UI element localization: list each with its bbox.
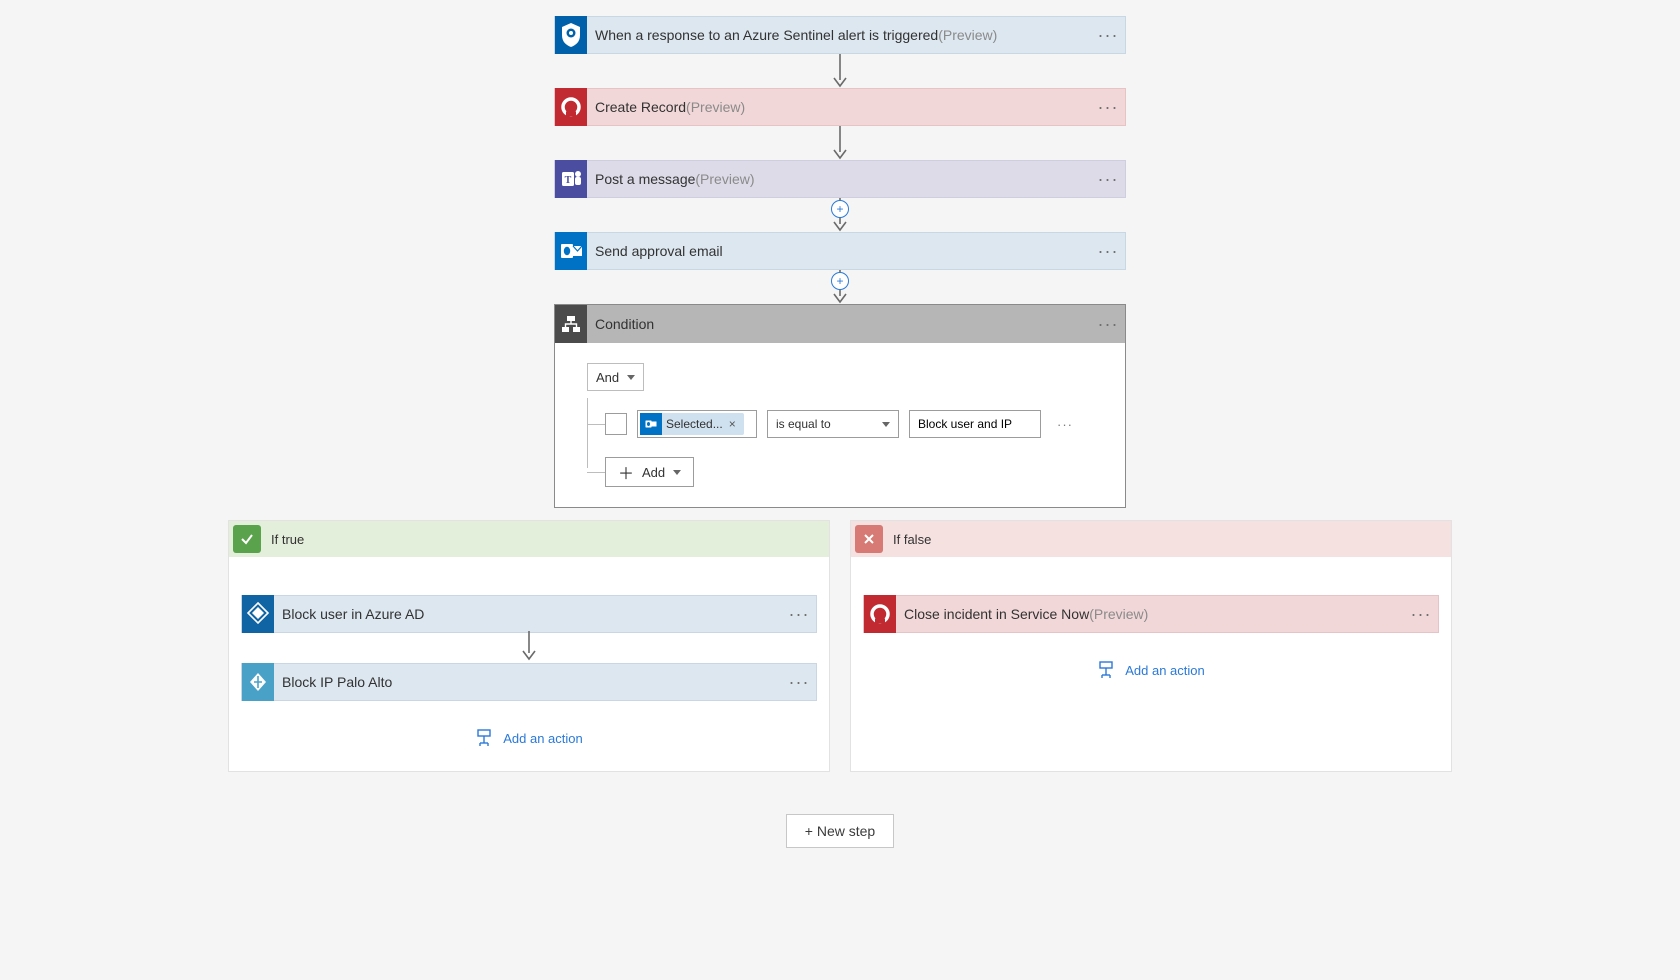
outlook-token-icon [640,413,662,435]
dynamic-token[interactable]: Selected... × [640,413,744,435]
if-true-branch: If true Block user in Azure AD ··· [228,520,830,772]
if-true-header[interactable]: If true [229,521,829,557]
condition-branches: If true Block user in Azure AD ··· [228,520,1452,772]
close-incident-card[interactable]: Close incident in Service Now(Preview) ·… [863,595,1439,633]
condition-row: Selected... × is equal to ··· [605,409,1093,439]
plus-icon: ＋ [618,460,634,484]
more-button[interactable]: ··· [1091,314,1125,335]
insert-step-button[interactable]: + [831,272,849,290]
add-action-button[interactable]: Add an action [475,729,583,747]
chevron-down-icon [882,422,890,427]
left-operand-field[interactable]: Selected... × [637,410,757,438]
chevron-down-icon [627,375,635,380]
remove-token-button[interactable]: × [727,417,738,431]
approval-email-title: Send approval email [595,243,1091,259]
create-record-title: Create Record(Preview) [595,99,1091,115]
servicenow-icon [864,595,896,633]
if-true-body: Block user in Azure AD ··· Block IP Palo… [229,557,829,747]
flow-designer-canvas: When a response to an Azure Sentinel ale… [0,0,1680,980]
more-button[interactable]: ··· [1091,97,1125,118]
condition-icon [555,305,587,343]
add-action-label: Add an action [503,731,583,746]
if-false-header[interactable]: If false [851,521,1451,557]
trigger-card[interactable]: When a response to an Azure Sentinel ale… [554,16,1126,54]
teams-post-title: Post a message(Preview) [595,171,1091,187]
more-button[interactable]: ··· [782,604,816,625]
create-record-card[interactable]: Create Record(Preview) ··· [554,88,1126,126]
condition-card[interactable]: Condition ··· And [554,304,1126,508]
new-step-button[interactable]: + New step [786,814,894,848]
x-badge [855,525,883,553]
block-user-azuread-card[interactable]: Block user in Azure AD ··· [241,595,817,633]
flow-column: When a response to an Azure Sentinel ale… [554,16,1126,508]
token-label: Selected... [666,417,723,431]
logic-operator-label: And [596,370,619,385]
outlook-icon [555,232,587,270]
insert-step-button[interactable]: + [831,200,849,218]
add-action-icon [475,729,493,747]
trigger-title: When a response to an Azure Sentinel ale… [595,27,1091,43]
chevron-down-icon [673,470,681,475]
add-action-label: Add an action [1125,663,1205,678]
connector-arrow [519,633,539,663]
if-false-branch: If false Close incident in Service Now(P… [850,520,1452,772]
add-label: Add [642,465,665,480]
check-badge [233,525,261,553]
if-false-label: If false [893,532,931,547]
add-action-button[interactable]: Add an action [1097,661,1205,679]
add-condition-row: ＋ Add [605,457,1093,487]
condition-body: And Selected... × [555,343,1125,507]
approval-email-card[interactable]: Send approval email ··· [554,232,1126,270]
connector-arrow: + [830,198,850,232]
condition-tree: Selected... × is equal to ··· [605,409,1093,487]
operator-dropdown[interactable]: is equal to [767,410,899,438]
teams-post-card[interactable]: T Post a message(Preview) ··· [554,160,1126,198]
add-condition-button[interactable]: ＋ Add [605,457,694,487]
http-icon [242,663,274,701]
azure-ad-icon [242,595,274,633]
block-user-title: Block user in Azure AD [282,606,782,622]
row-more-button[interactable]: ··· [1051,417,1079,432]
more-button[interactable]: ··· [1091,25,1125,46]
condition-title: Condition [595,316,1091,332]
condition-header[interactable]: Condition ··· [555,305,1125,343]
more-button[interactable]: ··· [1091,241,1125,262]
connector-arrow [830,54,850,88]
teams-icon: T [555,160,587,198]
sentinel-icon [555,16,587,54]
more-button[interactable]: ··· [1091,169,1125,190]
connector-arrow [830,126,850,160]
connector-arrow: + [830,270,850,304]
close-incident-title: Close incident in Service Now(Preview) [904,606,1404,622]
right-operand-input[interactable] [909,410,1041,438]
block-ip-title: Block IP Palo Alto [282,674,782,690]
if-true-label: If true [271,532,304,547]
more-button[interactable]: ··· [782,672,816,693]
add-action-icon [1097,661,1115,679]
logic-operator-dropdown[interactable]: And [587,363,644,391]
servicenow-icon [555,88,587,126]
more-button[interactable]: ··· [1404,604,1438,625]
operator-label: is equal to [776,417,831,431]
row-checkbox[interactable] [605,413,627,435]
svg-text:T: T [565,175,572,186]
block-ip-palo-card[interactable]: Block IP Palo Alto ··· [241,663,817,701]
if-false-body: Close incident in Service Now(Preview) ·… [851,557,1451,679]
